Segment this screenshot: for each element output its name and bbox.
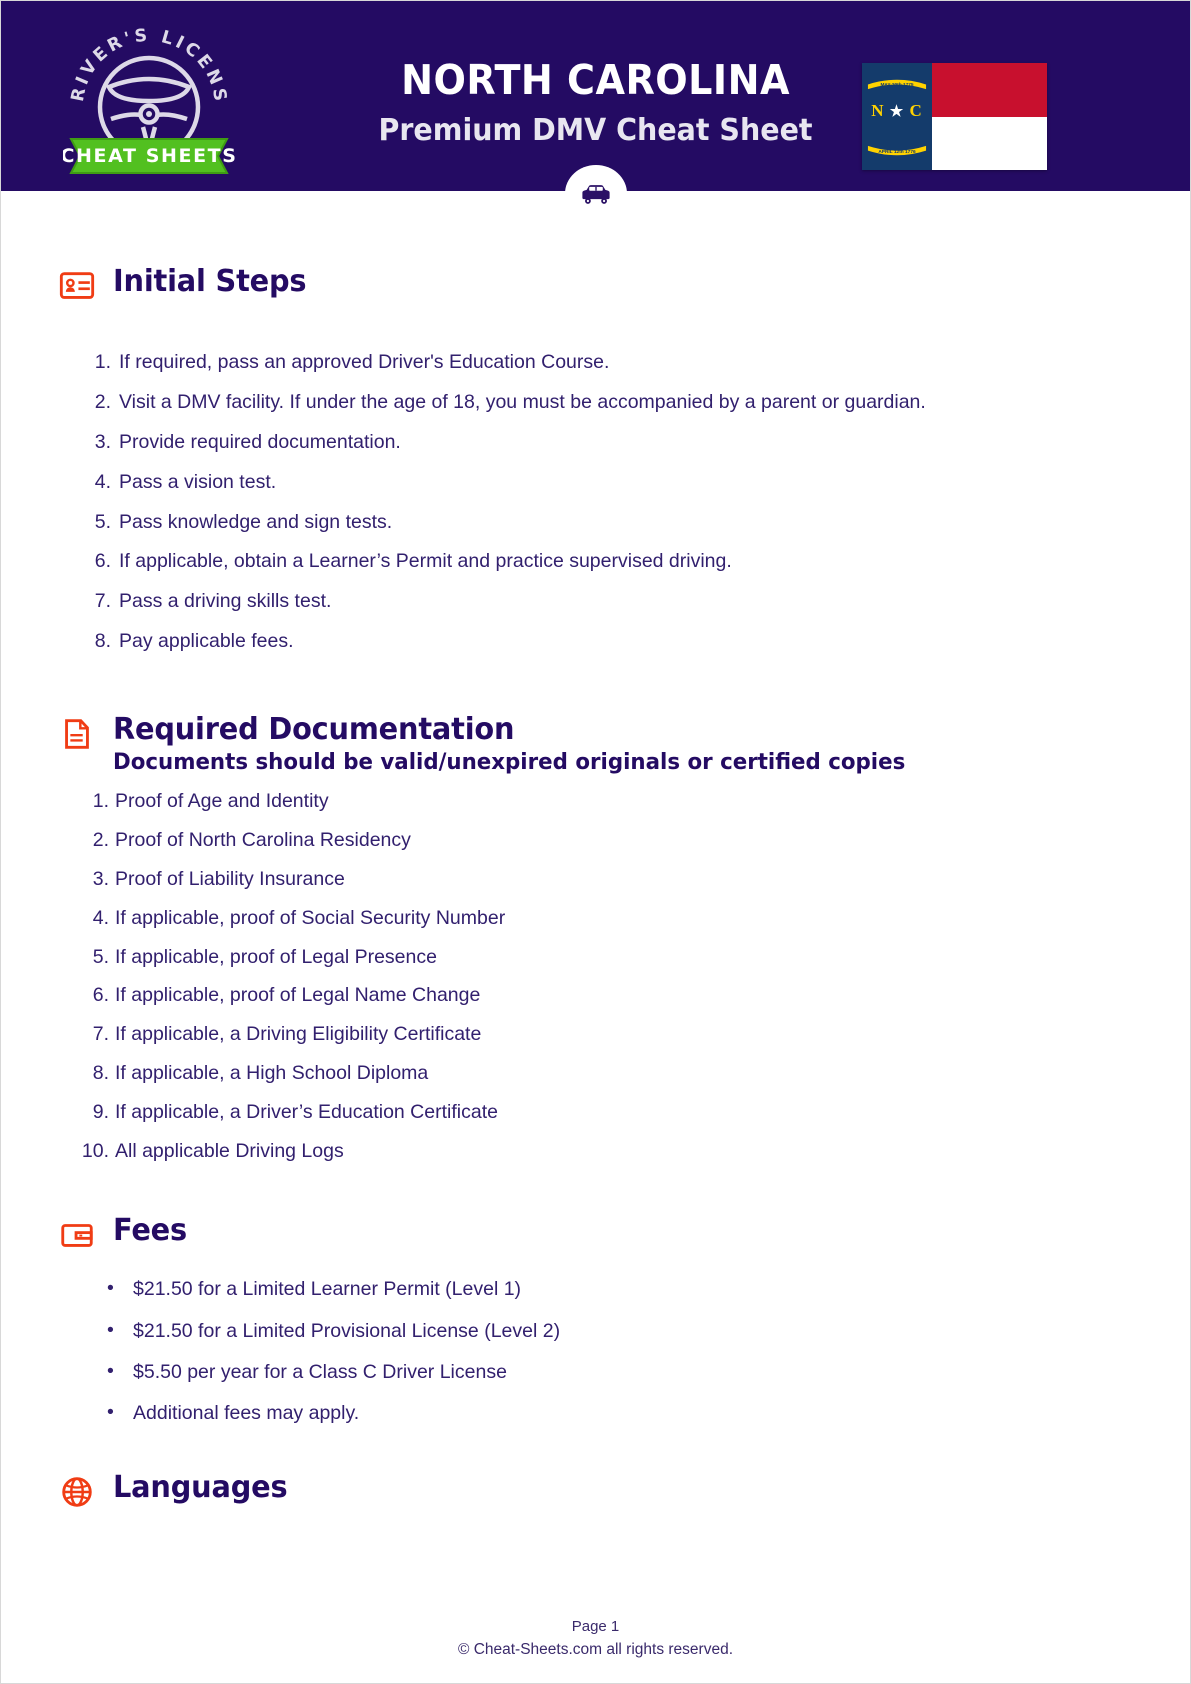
section-title: Initial Steps xyxy=(113,264,307,299)
list-item-text: If applicable, proof of Legal Presence xyxy=(115,945,437,968)
list-item: 9. If applicable, a Driver’s Education Ce… xyxy=(92,1101,498,1123)
section-header: Languages xyxy=(57,1472,1134,1512)
id-card-icon xyxy=(57,266,97,306)
list-item-text: If applicable, a Driving Eligibility Cer… xyxy=(115,1023,482,1046)
list-item-text: All applicable Driving Logs xyxy=(115,1139,344,1162)
section-header: Fees xyxy=(57,1215,1134,1255)
list-item: 1. If required, pass an approved Driver's… xyxy=(94,351,610,373)
list-item: 10. All applicable Driving Logs xyxy=(81,1139,344,1162)
flag-blue-band: MAY 20th 1775 N ★ C APRIL 12th 1776 xyxy=(862,63,932,170)
page-header: DRIVER'S LICENSE CHEAT SHEETS NORTH CARO… xyxy=(1,1,1190,191)
list-item-text: If applicable, a High School Diploma xyxy=(115,1062,429,1085)
fees-list: • $21.50 for a Limited Learner Permit (Le… xyxy=(95,1277,1134,1426)
list-item-text: Pass a vision test. xyxy=(119,470,277,493)
list-item-text: Pass knowledge and sign tests. xyxy=(119,510,393,533)
list-item-text: $21.50 for a Limited Learner Permit (Lev… xyxy=(133,1278,522,1301)
flag-scroll-bottom: APRIL 12th 1776 xyxy=(864,144,930,159)
section-title: Fees xyxy=(113,1213,187,1249)
list-item-text: Additional fees may apply. xyxy=(133,1402,360,1425)
car-icon xyxy=(581,185,610,204)
list-item: 6. If applicable, obtain a Learner’s Perm… xyxy=(94,550,732,573)
cheat-sheet-page: DRIVER'S LICENSE CHEAT SHEETS NORTH CARO… xyxy=(0,0,1191,1684)
section-title: Languages xyxy=(113,1469,288,1505)
list-item-text: If required, pass an approved Driver's E… xyxy=(119,351,610,373)
list-item: 2. Proof of North Carolina Residency xyxy=(92,828,411,851)
document-icon xyxy=(57,714,97,754)
list-item: 7. Pass a driving skills test. xyxy=(94,590,332,613)
svg-text:DRIVER'S LICENSE: DRIVER'S LICENSE xyxy=(63,15,230,106)
page-number: Page 1 xyxy=(571,1618,620,1635)
list-item-text: $5.50 per year for a Class C Driver Lice… xyxy=(133,1361,507,1383)
list-item-text: Provide required documentation. xyxy=(119,430,401,453)
section-title: Required Documentation xyxy=(113,711,515,747)
required-documentation-list: 1. Proof of Age and Identity 2. Proof of N… xyxy=(77,789,1134,1163)
flag-bars xyxy=(932,63,1047,170)
list-item-text: Pass a driving skills test. xyxy=(119,590,332,613)
copyright-notice: © Cheat-Sheets.com all rights reserved. xyxy=(457,1641,734,1658)
list-item: 3. Provide required documentation. xyxy=(94,430,401,453)
list-item: 5. If applicable, proof of Legal Presence xyxy=(92,945,437,968)
steering-wheel-icon: DRIVER'S LICENSE CHEAT SHEETS xyxy=(54,1,236,174)
section-languages: Languages xyxy=(57,1472,1134,1512)
north-carolina-flag: MAY 20th 1775 N ★ C APRIL 12th 1776 xyxy=(862,63,1047,170)
list-item: 5. Pass knowledge and sign tests. xyxy=(94,510,393,533)
list-item-text: Proof of Age and Identity xyxy=(115,790,329,812)
section-fees: Fees • $21.50 for a Limited Learner Permi… xyxy=(57,1215,1134,1426)
flag-scroll-top: MAY 20th 1775 xyxy=(864,76,930,91)
initial-steps-list: 1. If required, pass an approved Driver's… xyxy=(81,350,1134,654)
list-item: • Additional fees may apply. xyxy=(107,1401,360,1425)
brand-logo: DRIVER'S LICENSE CHEAT SHEETS xyxy=(54,1,236,177)
list-item: • $21.50 for a Limited Learner Permit (Le… xyxy=(107,1277,522,1301)
list-item-text: Proof of North Carolina Residency xyxy=(115,828,411,851)
flag-red-bar xyxy=(932,63,1047,117)
list-item: 4. Pass a vision test. xyxy=(94,470,277,493)
list-item: 4. If applicable, proof of Social Securit… xyxy=(92,906,506,929)
flag-initials: N ★ C xyxy=(862,101,932,121)
wallet-icon xyxy=(57,1215,97,1255)
list-item-text: If applicable, proof of Legal Name Chang… xyxy=(115,984,481,1007)
list-item: 8. Pay applicable fees. xyxy=(94,630,294,653)
list-item-text: If applicable, obtain a Learner’s Permit… xyxy=(119,550,732,573)
flag-star-icon: ★ xyxy=(889,104,905,120)
list-item: 8. If applicable, a High School Diploma xyxy=(92,1062,429,1085)
list-item-text: If applicable, proof of Social Security … xyxy=(115,906,506,929)
list-item: 1. Proof of Age and Identity xyxy=(92,790,329,812)
list-item: 3. Proof of Liability Insurance xyxy=(92,867,345,890)
list-item: 7. If applicable, a Driving Eligibility C… xyxy=(92,1023,482,1046)
section-header: Initial Steps xyxy=(57,266,1134,306)
list-item-text: If applicable, a Driver’s Education Cert… xyxy=(115,1101,498,1123)
list-item: • $21.50 for a Limited Provisional Licens… xyxy=(107,1318,561,1342)
section-heading-block: Required Documentation Documents should … xyxy=(113,711,930,775)
flag-scroll-top-text: MAY 20th 1775 xyxy=(880,82,913,88)
flag-scroll-bottom-text: APRIL 12th 1776 xyxy=(878,149,916,155)
list-item-text: Visit a DMV facility. If under the age o… xyxy=(119,390,926,413)
flag-white-bar xyxy=(932,116,1047,170)
list-item-text: Proof of Liability Insurance xyxy=(115,867,345,890)
page-footer: Page 1 © Cheat-Sheets.com all rights res… xyxy=(1,1618,1190,1659)
flag-initial-n: N xyxy=(871,101,885,120)
list-item: 6. If applicable, proof of Legal Name Cha… xyxy=(92,984,481,1007)
list-item-text: $21.50 for a Limited Provisional License… xyxy=(133,1319,561,1342)
globe-icon xyxy=(57,1472,97,1512)
page-content: Initial Steps 1. If required, pass an app… xyxy=(1,266,1190,1512)
list-item: 2. Visit a DMV facility. If under the age… xyxy=(94,390,926,413)
list-item: • $5.50 per year for a Class C Driver Lic… xyxy=(107,1360,507,1383)
logo-banner-text: CHEAT SHEETS xyxy=(63,145,235,167)
list-item-text: Pay applicable fees. xyxy=(119,630,294,653)
section-subtitle: Documents should be valid/unexpired orig… xyxy=(113,750,906,775)
section-initial-steps: Initial Steps 1. If required, pass an app… xyxy=(57,266,1134,654)
flag-initial-c: C xyxy=(909,101,923,120)
section-required-documentation: Required Documentation Documents should … xyxy=(57,711,1134,1164)
section-header: Required Documentation Documents should … xyxy=(57,711,1134,775)
